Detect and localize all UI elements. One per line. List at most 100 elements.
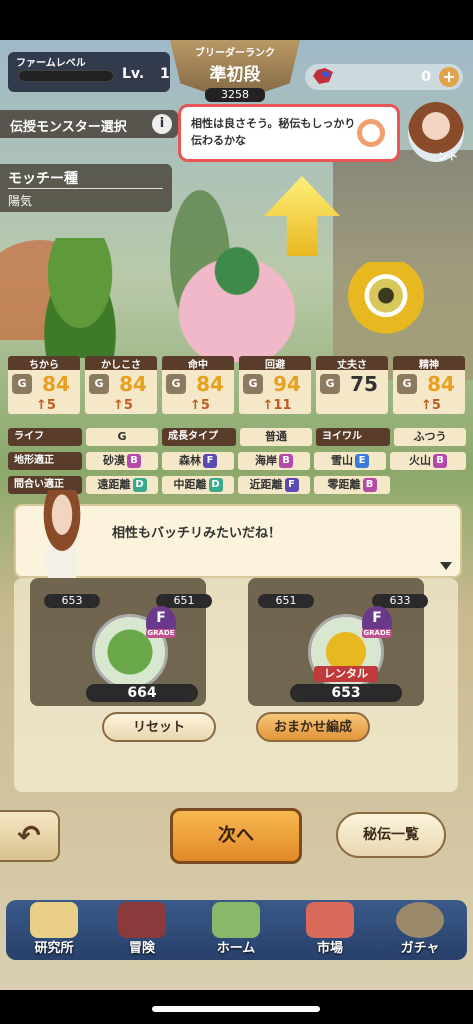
auto-arrange-button[interactable]: おまかせ編成 (256, 712, 370, 742)
rental-badge: レンタル (314, 666, 378, 682)
monster-name: モッチー種 (8, 171, 78, 187)
secret-list-button[interactable]: 秘伝一覧 (336, 812, 446, 858)
adventure-book-icon (118, 902, 166, 938)
stat-delta-value: 5 (123, 398, 133, 413)
stat-value: 84 (427, 372, 455, 396)
home-windmill-icon (212, 902, 260, 938)
stat-accuracy: 命中 G 84 ↑5 (162, 356, 234, 414)
eye-monster (344, 262, 428, 358)
farm-level-panel: ファームレベル Lv. 1 (8, 52, 170, 92)
info-row-terrain: 地形適正 砂漠 B 森林 F 海岸 B 雪山 E 火山 B (8, 452, 466, 472)
grade-tag: B (362, 478, 377, 492)
terrain-name: 森林 (179, 454, 201, 467)
terrain-name: 雪山 (331, 454, 353, 467)
stat-value: 84 (119, 372, 147, 396)
home-indicator[interactable] (152, 1006, 320, 1012)
life-label: ライフ (8, 428, 82, 446)
tab-market[interactable]: 市場 (286, 900, 374, 960)
info-row-basic: ライフ G 成長タイプ 普通 ヨイワル ふつう (8, 428, 466, 448)
farm-level-bar (18, 70, 114, 82)
terrain-desert: 砂漠 B (86, 452, 158, 470)
tab-home[interactable]: ホーム (192, 900, 280, 960)
terrain-snow: 雪山 E (314, 452, 386, 470)
terrain-forest: 森林 F (162, 452, 234, 470)
range-zero: 零距離 B (314, 476, 390, 494)
farm-level-label: ファームレベル (16, 58, 86, 69)
inherit-monster-select-label: 伝授モンスター選択 (10, 120, 127, 135)
grade-badge-label: GRADE (362, 629, 392, 638)
range-mid: 中距離 D (162, 476, 234, 494)
lab-icon (30, 902, 78, 938)
farm-lv-label: Lv. (122, 66, 145, 82)
info-icon[interactable]: i (152, 114, 172, 134)
tab-adventure[interactable]: 冒険 (98, 900, 186, 960)
gem-icon (313, 68, 333, 84)
tab-label: 冒険 (128, 941, 155, 956)
stat-grade-badge: G (89, 374, 109, 394)
grade-tag: D (132, 478, 147, 492)
tab-gacha[interactable]: ガチャ (376, 900, 464, 960)
reset-button[interactable]: リセット (102, 712, 216, 742)
dialogue-next-icon (440, 562, 452, 570)
grade-tag: D (208, 478, 223, 492)
stat-evasion: 回避 G 94 ↑11 (239, 356, 311, 414)
grade-badge-label: GRADE (146, 629, 176, 638)
dialogue-character-avatar (30, 490, 94, 578)
range-name: 中距離 (173, 478, 207, 491)
breeder-rank-points: 3258 (205, 88, 265, 102)
stat-grade-badge: G (397, 374, 417, 394)
gem-add-button[interactable]: + (439, 67, 459, 87)
monster-trait: 陽気 (8, 194, 33, 208)
good-compatibility-circle-icon (357, 119, 385, 147)
stat-label: 丈夫さ (316, 356, 388, 371)
stat-body: G 84 ↑5 (162, 370, 234, 414)
inherit-monster-select-header: 伝授モンスター選択 i (0, 110, 178, 138)
grade-badge-icon: F GRADE (146, 606, 176, 638)
stat-label: かしこさ (85, 356, 157, 371)
stat-delta: ↑5 (421, 398, 441, 413)
pink-monster (152, 232, 322, 362)
terrain-name: 海岸 (255, 454, 277, 467)
terrain-coast: 海岸 B (238, 452, 310, 470)
stat-delta-value: 11 (273, 398, 292, 413)
yoiwaru-value: ふつう (394, 428, 466, 446)
compatibility-speech-bubble: 相性は良さそう。秘伝もしっかり伝わるかな (178, 104, 400, 162)
advisor-avatar-tag: ント (438, 152, 458, 163)
grade-badge-value: F (372, 610, 382, 626)
next-button[interactable]: 次へ (170, 808, 302, 864)
breeder-rank-value: 準初段 (209, 65, 261, 85)
left-top-value-a: 653 (44, 594, 100, 608)
terrain-name: 砂漠 (103, 454, 125, 467)
breeder-rank-title: ブリーダーランク (195, 48, 275, 59)
tab-label: 市場 (316, 941, 343, 956)
farm-lv-value: 1 (160, 66, 170, 82)
grade-badge-value: F (156, 610, 166, 626)
stat-body: G 84 ↑5 (8, 370, 80, 414)
stat-body: G 75 (316, 370, 388, 414)
stat-label: 命中 (162, 356, 234, 371)
stat-value: 84 (42, 372, 70, 396)
grade-tag: F (284, 478, 299, 492)
tab-label: 研究所 (34, 941, 74, 956)
terrain-label: 地形適正 (8, 452, 82, 470)
stat-intelligence: かしこさ G 84 ↑5 (85, 356, 157, 414)
stat-value: 94 (273, 372, 301, 396)
tab-label: ガチャ (400, 941, 440, 956)
stat-value: 75 (350, 372, 378, 396)
stat-delta: ↑5 (36, 398, 56, 413)
compatibility-text: 相性は良さそう。秘伝もしっかり伝わるかな (191, 117, 356, 147)
stat-delta-value: 5 (200, 398, 210, 413)
monster-name-panel: モッチー種 陽気 (0, 164, 172, 212)
stat-body: G 84 ↑5 (393, 370, 465, 414)
back-button[interactable]: ↶ (0, 810, 60, 862)
grade-badge-icon: F GRADE (362, 606, 392, 638)
gem-counter: 0 + (305, 64, 463, 90)
grade-tag: B (127, 454, 141, 468)
range-name: 零距離 (327, 478, 361, 491)
grade-tag: E (355, 454, 369, 468)
stat-label: ちから (8, 356, 80, 371)
stat-grade-badge: G (243, 374, 263, 394)
stat-grade-badge: G (320, 374, 340, 394)
tab-lab[interactable]: 研究所 (10, 900, 98, 960)
stat-power: ちから G 84 ↑5 (8, 356, 80, 414)
